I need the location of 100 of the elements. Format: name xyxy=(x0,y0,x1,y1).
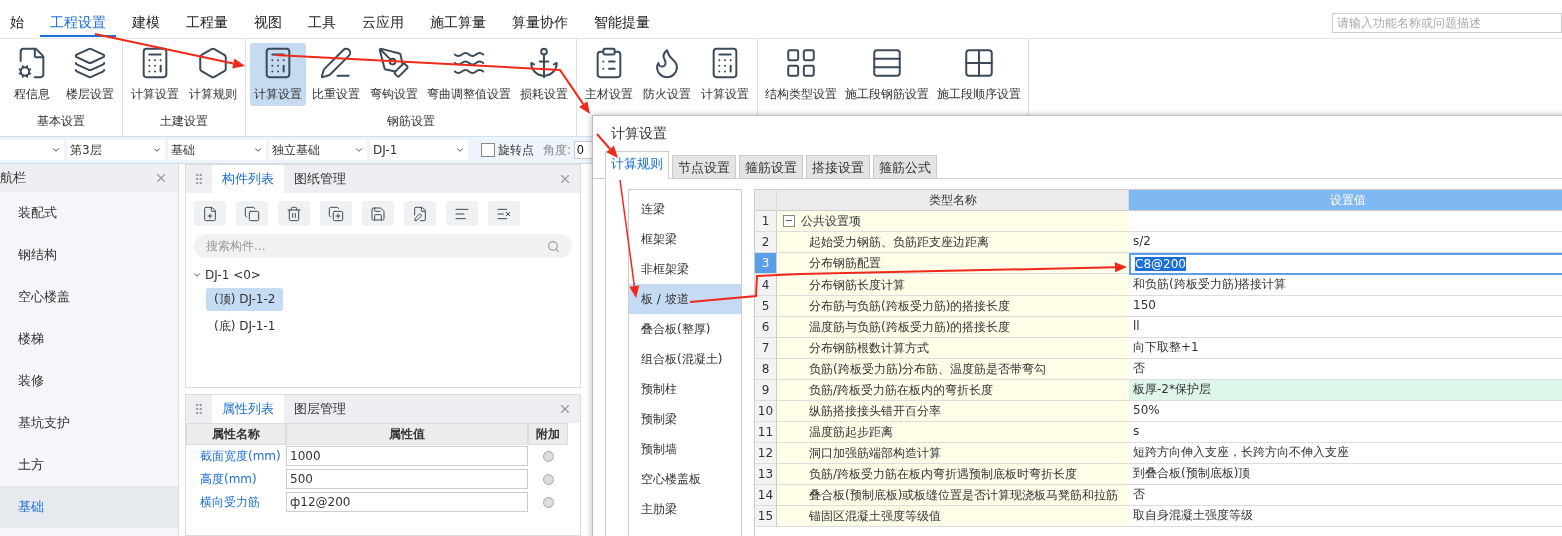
table-cell: 分布筋与负筋(跨板受力筋)的搭接长度 xyxy=(777,296,1129,317)
nav-item[interactable]: 钢结构 xyxy=(0,234,178,276)
checkbox[interactable] xyxy=(481,143,495,157)
value-field[interactable]: C8@200 xyxy=(1129,253,1562,275)
panel-tab[interactable]: 图层管理 xyxy=(284,395,356,423)
tree-item[interactable]: (底) DJ-1-1 xyxy=(206,315,284,338)
caret-icon xyxy=(253,145,263,155)
checkbox-label: 旋转点 xyxy=(498,141,534,159)
row-number: 8 xyxy=(755,359,777,380)
category-item[interactable]: 框架梁 xyxy=(629,224,741,254)
panel-tab[interactable]: 图纸管理 xyxy=(284,165,356,193)
panel-tab[interactable]: 构件列表 xyxy=(212,165,284,193)
search-field[interactable]: 请输入功能名称或问题描述 xyxy=(1332,13,1562,33)
ribbon-button[interactable]: 计算设置 xyxy=(127,43,183,106)
menu-tab[interactable]: 智能提量 xyxy=(584,9,660,37)
ribbon-button[interactable]: 计算设置 xyxy=(250,43,306,106)
ribbon-button[interactable]: 损耗设置 xyxy=(516,43,572,106)
copy-icon xyxy=(244,205,260,222)
property-value-field[interactable]: ф12@200 xyxy=(286,492,528,512)
toolbar-button[interactable] xyxy=(488,201,520,226)
dropdown[interactable]: DJ-1 xyxy=(370,140,468,160)
panel-tab[interactable]: 属性列表 xyxy=(212,395,284,423)
category-item[interactable]: 板 / 坡道 xyxy=(629,284,741,314)
grid-icon xyxy=(962,46,996,80)
table-cell: 到叠合板(预制底板)顶 xyxy=(1129,464,1562,485)
tree-item[interactable]: DJ-1 <0> xyxy=(205,268,261,282)
property-name: 截面宽度(mm) xyxy=(199,448,282,465)
table-cell: 否 xyxy=(1129,359,1562,380)
dialog-tab[interactable]: 箍筋设置 xyxy=(739,155,803,179)
category-item[interactable]: 空心楼盖板 xyxy=(629,464,741,494)
collapse-toggle[interactable]: − xyxy=(783,215,795,227)
row-number: 12 xyxy=(755,443,777,464)
nav-item[interactable]: 楼梯 xyxy=(0,318,178,360)
dialog-tab[interactable]: 箍筋公式 xyxy=(873,155,937,179)
category-item[interactable]: 主肋梁 xyxy=(629,494,741,524)
toolbar-button[interactable] xyxy=(404,201,436,226)
nav-item[interactable]: 基础 xyxy=(0,486,178,528)
close-icon[interactable] xyxy=(154,171,168,185)
menu-tab[interactable]: 算量协作 xyxy=(502,9,578,37)
table-cell: 向下取整+1 xyxy=(1129,338,1562,359)
ribbon-button[interactable]: 计算规则 xyxy=(185,43,241,106)
menu-tab[interactable]: 云应用 xyxy=(352,9,414,37)
category-item[interactable]: 连梁 xyxy=(629,194,741,224)
category-item[interactable]: 预制柱 xyxy=(629,374,741,404)
nav-item[interactable]: 装修 xyxy=(0,360,178,402)
table-cell: 洞口加强筋端部构造计算 xyxy=(777,443,1129,464)
new-file-icon xyxy=(202,205,218,222)
close-icon[interactable] xyxy=(558,402,572,416)
nav-item[interactable]: 空心楼盖 xyxy=(0,276,178,318)
category-item[interactable]: 叠合板(整厚) xyxy=(629,314,741,344)
property-value-field[interactable]: 1000 xyxy=(286,446,528,466)
nav-item[interactable]: 基坑支护 xyxy=(0,402,178,444)
radio-button[interactable] xyxy=(542,497,554,508)
row-number: 7 xyxy=(755,338,777,359)
ribbon-button[interactable]: 施工段顺序设置 xyxy=(934,43,1024,106)
ribbon-button[interactable]: 计算设置 xyxy=(697,43,753,106)
category-item[interactable]: 组合板(混凝土) xyxy=(629,344,741,374)
column-header: 类型名称 xyxy=(777,190,1129,211)
menu-tab[interactable]: 工程设置 xyxy=(40,9,116,37)
menu-tab[interactable]: 施工算量 xyxy=(420,9,496,37)
toolbar-button[interactable] xyxy=(236,201,268,226)
ribbon-button[interactable]: 施工段钢筋设置 xyxy=(842,43,932,106)
dropdown[interactable]: 独立基础 xyxy=(269,140,367,160)
category-item[interactable]: 预制墙 xyxy=(629,434,741,464)
menu-tab[interactable]: 工具 xyxy=(298,9,346,37)
dialog-tab[interactable]: 搭接设置 xyxy=(806,155,870,179)
row-number: 9 xyxy=(755,380,777,401)
row-number: 13 xyxy=(755,464,777,485)
ribbon-button[interactable]: 比重设置 xyxy=(308,43,364,106)
dialog-tab[interactable]: 节点设置 xyxy=(672,155,736,179)
dropdown[interactable]: 基础 xyxy=(168,140,266,160)
close-icon[interactable] xyxy=(558,172,572,186)
nav-item[interactable]: 土方 xyxy=(0,444,178,486)
category-item[interactable]: 预制梁 xyxy=(629,404,741,434)
group-title: 公共设置项 xyxy=(801,213,861,230)
toolbar-button[interactable] xyxy=(278,201,310,226)
ribbon-button[interactable]: 弯曲调整值设置 xyxy=(424,43,514,106)
category-item[interactable]: 非框架梁 xyxy=(629,254,741,284)
toolbar-button[interactable] xyxy=(362,201,394,226)
ribbon-button[interactable]: 主材设置 xyxy=(581,43,637,106)
menu-tab[interactable]: 视图 xyxy=(244,9,292,37)
menu-tab[interactable]: 始 xyxy=(0,9,34,37)
dropdown[interactable]: 第3层 xyxy=(67,140,165,160)
ribbon-button[interactable]: 防火设置 xyxy=(639,43,695,106)
caret-icon[interactable] xyxy=(192,270,202,280)
nav-item[interactable]: 装配式 xyxy=(0,192,178,234)
radio-button[interactable] xyxy=(542,451,554,462)
dialog-tab[interactable]: 计算规则 xyxy=(605,151,669,179)
property-value-field[interactable]: 500 xyxy=(286,469,528,489)
toolbar-button[interactable] xyxy=(446,201,478,226)
toolbar-button[interactable] xyxy=(194,201,226,226)
menu-tab[interactable]: 建模 xyxy=(122,9,170,37)
radio-button[interactable] xyxy=(542,474,554,485)
ribbon-button[interactable]: 弯钩设置 xyxy=(366,43,422,106)
ribbon-button[interactable]: 楼层设置 xyxy=(62,43,118,106)
ribbon-button[interactable]: 结构类型设置 xyxy=(762,43,840,106)
ribbon-button[interactable]: 程信息 xyxy=(4,43,60,106)
tree-item[interactable]: (顶) DJ-1-2 xyxy=(206,288,284,311)
menu-tab[interactable]: 工程量 xyxy=(176,9,238,37)
toolbar-button[interactable] xyxy=(320,201,352,226)
